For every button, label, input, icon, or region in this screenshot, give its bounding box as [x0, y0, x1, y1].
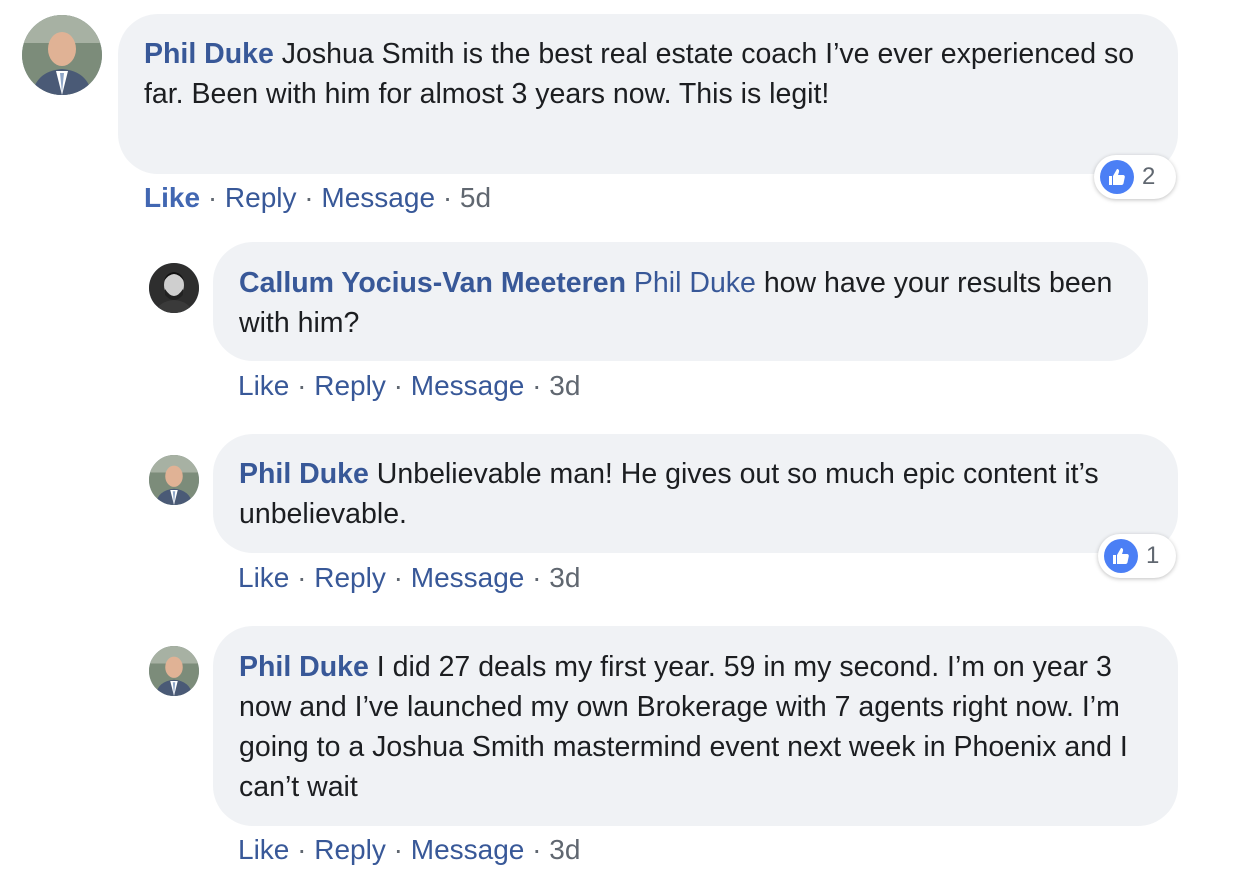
- like-link[interactable]: Like: [238, 370, 289, 401]
- reply-link[interactable]: Reply: [225, 182, 297, 213]
- reply-link[interactable]: Reply: [314, 562, 386, 593]
- comment-author[interactable]: Phil Duke: [239, 651, 369, 683]
- separator: ·: [297, 562, 307, 593]
- timestamp[interactable]: 3d: [549, 834, 580, 865]
- mention-link[interactable]: Phil Duke: [634, 267, 756, 299]
- thumbs-up-icon: [1100, 160, 1134, 194]
- comment-text: Joshua Smith is the best real estate coa…: [144, 38, 1135, 110]
- reply-link[interactable]: Reply: [314, 834, 386, 865]
- comment-actions: Like · Reply · Message · 3d: [238, 833, 580, 867]
- comment-author[interactable]: Phil Duke: [239, 458, 369, 490]
- like-link[interactable]: Like: [238, 834, 289, 865]
- avatar[interactable]: [149, 455, 199, 505]
- separator: ·: [297, 834, 307, 865]
- comment-actions: Like · Reply · Message · 3d: [238, 561, 580, 595]
- reply-link[interactable]: Reply: [314, 370, 386, 401]
- separator: ·: [532, 834, 542, 865]
- separator: ·: [393, 834, 403, 865]
- like-link[interactable]: Like: [238, 562, 289, 593]
- reply-bubble: Phil Duke Unbelievable man! He gives out…: [213, 434, 1178, 553]
- comment-actions: Like · Reply · Message · 5d: [144, 181, 491, 215]
- separator: ·: [442, 182, 453, 213]
- separator: ·: [393, 370, 403, 401]
- comment-bubble: Phil Duke Joshua Smith is the best real …: [118, 14, 1178, 174]
- message-link[interactable]: Message: [411, 370, 525, 401]
- reaction-number: 2: [1142, 163, 1156, 190]
- reaction-count[interactable]: 1: [1098, 534, 1176, 578]
- comment-actions: Like · Reply · Message · 3d: [238, 369, 580, 403]
- reply-bubble: Phil Duke I did 27 deals my first year. …: [213, 626, 1178, 826]
- message-link[interactable]: Message: [321, 182, 435, 213]
- message-link[interactable]: Message: [411, 562, 525, 593]
- reaction-count[interactable]: 2: [1094, 155, 1176, 199]
- timestamp[interactable]: 3d: [549, 562, 580, 593]
- timestamp[interactable]: 5d: [460, 182, 491, 213]
- separator: ·: [304, 182, 314, 213]
- separator: ·: [532, 562, 542, 593]
- separator: ·: [207, 182, 218, 213]
- message-link[interactable]: Message: [411, 834, 525, 865]
- reply-bubble: Callum Yocius-Van Meeteren Phil Duke how…: [213, 242, 1148, 361]
- comment-author[interactable]: Callum Yocius-Van Meeteren: [239, 267, 626, 299]
- like-link[interactable]: Like: [144, 182, 200, 213]
- thumbs-up-icon: [1104, 539, 1138, 573]
- separator: ·: [297, 370, 307, 401]
- timestamp[interactable]: 3d: [549, 370, 580, 401]
- separator: ·: [532, 370, 542, 401]
- reaction-number: 1: [1146, 542, 1160, 569]
- comment-text: I did 27 deals my first year. 59 in my s…: [239, 651, 1128, 803]
- avatar[interactable]: [22, 15, 102, 95]
- avatar[interactable]: [149, 646, 199, 696]
- separator: ·: [393, 562, 403, 593]
- avatar[interactable]: [149, 263, 199, 313]
- comment-author[interactable]: Phil Duke: [144, 38, 274, 70]
